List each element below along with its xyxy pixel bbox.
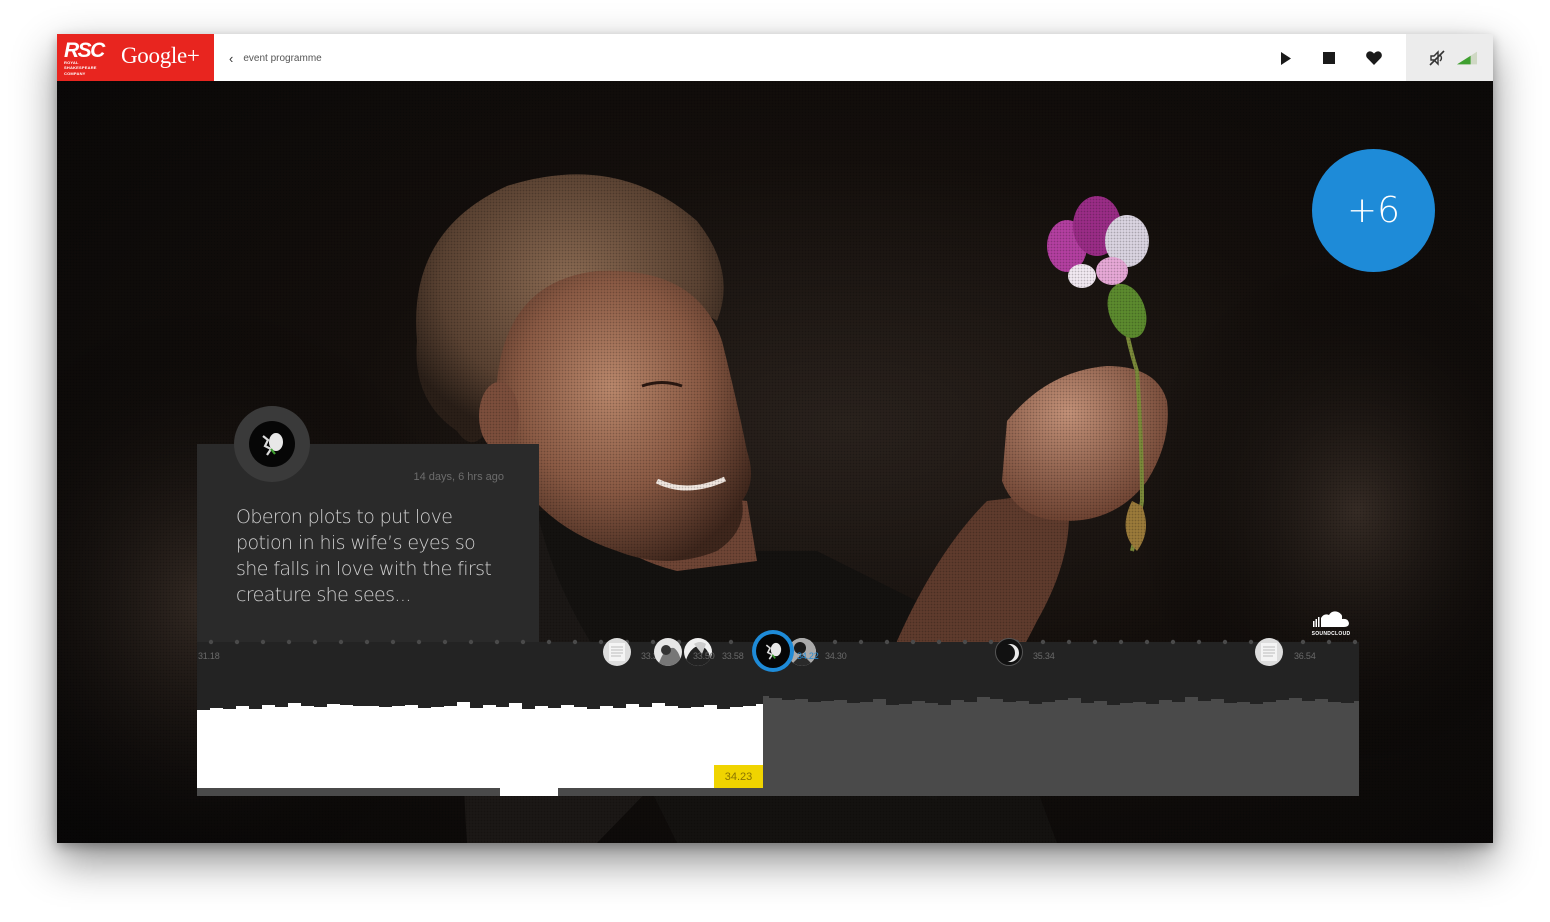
marker-time: 33.50 (693, 651, 715, 661)
app-window: RSC ROYAL SHAKESPEARE COMPANY Google+ ‹ … (57, 34, 1493, 843)
timeline-marker[interactable] (603, 638, 631, 666)
oberon-icon (249, 421, 295, 467)
audio-panel (1406, 34, 1493, 81)
stop-icon (1323, 52, 1335, 64)
soundcloud-icon (1313, 611, 1349, 627)
marker-time: 33.58 (722, 651, 744, 661)
marker-time-active: 34.22 (797, 651, 819, 661)
back-label: event programme (243, 52, 322, 64)
moon-icon (997, 644, 1019, 662)
volume-level[interactable] (1457, 48, 1477, 68)
brand-block[interactable]: RSC ROYAL SHAKESPEARE COMPANY Google+ (57, 34, 214, 81)
post-avatar[interactable] (234, 406, 310, 482)
marker-time: 36.54 (1294, 651, 1316, 661)
marker-time: 34.30 (825, 651, 847, 661)
timeline-marker[interactable] (995, 638, 1023, 666)
timeline-marker[interactable] (1255, 638, 1283, 666)
back-link[interactable]: ‹ event programme (229, 48, 322, 68)
page-icon (1261, 643, 1277, 661)
top-bar: RSC ROYAL SHAKESPEARE COMPANY Google+ ‹ … (57, 34, 1493, 81)
soundcloud-link[interactable]: SOUNDCLOUD (1311, 610, 1351, 637)
google-plus-label: Google+ (121, 43, 200, 68)
timeline[interactable]: 31.18 33.3 33.50 33.58 34.22 34.30 35.34 (197, 630, 1359, 796)
muted-icon (1429, 50, 1445, 66)
plus-one-count-button[interactable]: +6 (1312, 149, 1435, 272)
volume-level-icon (1457, 51, 1477, 65)
timeline-scroll-thumb[interactable] (500, 788, 558, 796)
stop-button[interactable] (1319, 48, 1339, 68)
page-icon (609, 643, 625, 661)
post-time: 14 days, 6 hrs ago (413, 471, 504, 483)
soundcloud-label: SOUNDCLOUD (1311, 631, 1351, 637)
post-text: Oberon plots to put love potion in his w… (236, 506, 492, 606)
timeline-scrollbar[interactable] (197, 788, 1359, 796)
like-button[interactable] (1364, 48, 1384, 68)
marker-time: 35.34 (1033, 651, 1055, 661)
photo-icon (658, 645, 682, 666)
mute-button[interactable] (1427, 48, 1447, 68)
timeline-start-time: 31.18 (198, 651, 220, 661)
timeline-marker-active[interactable] (752, 630, 794, 672)
heart-icon (1366, 51, 1382, 65)
current-time-badge: 34.23 (714, 765, 763, 789)
oberon-icon (756, 634, 790, 668)
audio-waveform[interactable] (197, 686, 1359, 788)
chevron-left-icon: ‹ (229, 50, 234, 66)
play-icon (1281, 51, 1291, 65)
timeline-marker[interactable] (654, 638, 682, 666)
play-button[interactable] (1276, 48, 1296, 68)
rsc-logo: RSC ROYAL SHAKESPEARE COMPANY (64, 39, 105, 76)
